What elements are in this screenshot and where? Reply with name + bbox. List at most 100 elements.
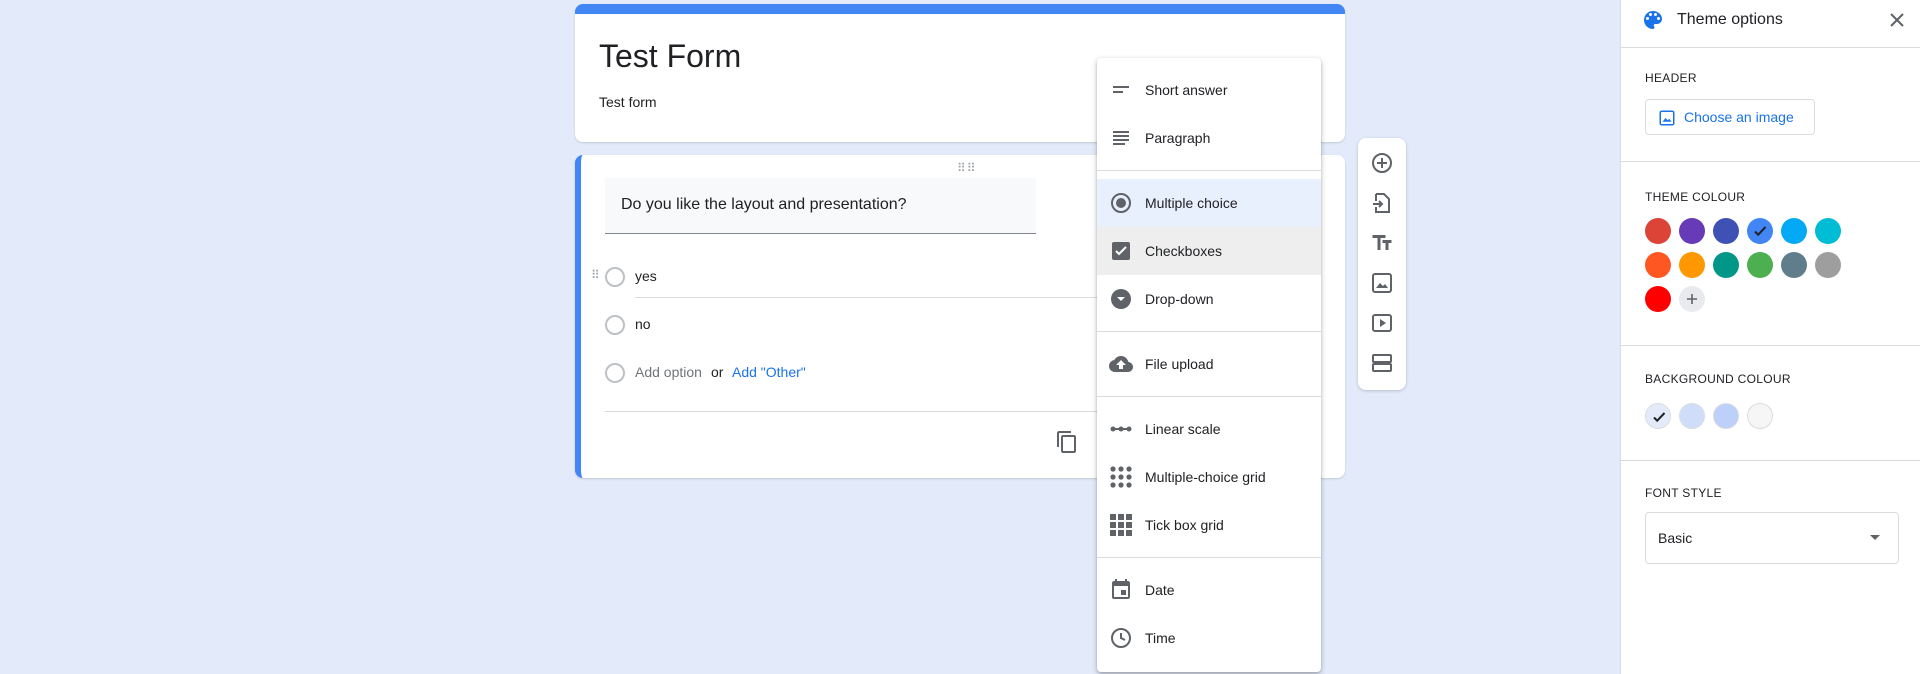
menu-item-checkboxes[interactable]: Checkboxes [1097, 227, 1321, 275]
dropdown-icon [1111, 289, 1131, 309]
add-section-icon[interactable] [1370, 351, 1394, 375]
import-questions-icon[interactable] [1370, 191, 1394, 215]
menu-item-multiple-choice[interactable]: Multiple choice [1097, 179, 1321, 227]
theme-colour-swatch[interactable] [1679, 218, 1705, 244]
font-style-value: Basic [1658, 530, 1693, 546]
panel-title: Theme options [1677, 11, 1783, 28]
theme-colour-swatch[interactable] [1645, 218, 1671, 244]
add-image-icon[interactable] [1370, 271, 1394, 295]
menu-item-label: Tick box grid [1145, 517, 1224, 533]
panel-header: Theme options [1621, 0, 1920, 48]
menu-item-label: File upload [1145, 356, 1214, 372]
theme-colour-swatch[interactable] [1679, 252, 1705, 278]
cloud-upload-icon [1109, 356, 1133, 372]
choose-image-button[interactable]: Choose an image [1645, 99, 1815, 135]
add-option-row: Add option or Add "Other" [605, 353, 1125, 393]
form-description[interactable]: Test form [599, 94, 657, 110]
menu-item-label: Paragraph [1145, 130, 1211, 146]
menu-item-label: Drop-down [1145, 291, 1214, 307]
background-colour-section: BACKGROUND COLOUR [1621, 346, 1920, 461]
chevron-down-icon [1870, 535, 1880, 540]
checkbox-icon [1112, 242, 1130, 260]
linear-scale-icon [1110, 426, 1132, 432]
duplicate-icon[interactable] [1055, 430, 1079, 454]
question-title-input[interactable]: Do you like the layout and presentation? [605, 178, 1036, 234]
theme-colour-swatch[interactable] [1713, 218, 1739, 244]
option-grip-icon[interactable]: ⠿ [591, 268, 600, 282]
font-style-select[interactable]: Basic [1645, 512, 1899, 564]
menu-item-label: Date [1145, 582, 1175, 598]
font-style-label: FONT STYLE [1645, 486, 1722, 500]
radio-circle-icon [605, 363, 625, 383]
drag-handle-icon[interactable]: ⠿⠿ [957, 161, 977, 175]
image-icon [1659, 110, 1675, 126]
theme-colour-swatch[interactable] [1645, 286, 1671, 312]
background-colour-swatch[interactable] [1747, 403, 1773, 429]
menu-divider [1097, 170, 1321, 171]
grid-squares-icon [1110, 514, 1132, 536]
menu-item-label: Time [1145, 630, 1176, 646]
background-colour-swatch[interactable] [1713, 403, 1739, 429]
menu-item-label: Short answer [1145, 82, 1228, 98]
option-label[interactable]: no [635, 316, 651, 332]
option-row[interactable]: no [605, 305, 1125, 345]
theme-colour-swatch[interactable] [1781, 252, 1807, 278]
clock-icon [1111, 628, 1131, 648]
or-text: or [711, 364, 724, 380]
theme-colour-swatch[interactable] [1815, 252, 1841, 278]
background-colour-swatch[interactable] [1679, 403, 1705, 429]
theme-colour-swatch[interactable] [1747, 252, 1773, 278]
theme-colour-label: THEME COLOUR [1645, 190, 1746, 204]
paragraph-icon [1113, 131, 1129, 145]
menu-item-label: Multiple-choice grid [1145, 469, 1266, 485]
menu-item-paragraph[interactable]: Paragraph [1097, 114, 1321, 162]
menu-item-drop-down[interactable]: Drop-down [1097, 275, 1321, 323]
radio-circle-icon [605, 267, 625, 287]
palette-icon [1644, 11, 1662, 29]
add-question-icon[interactable] [1370, 151, 1394, 175]
menu-item-label: Multiple choice [1145, 195, 1238, 211]
add-other-link[interactable]: Add "Other" [732, 364, 806, 380]
theme-colour-swatch[interactable] [1747, 218, 1773, 244]
menu-divider [1097, 557, 1321, 558]
theme-colour-swatch[interactable] [1645, 252, 1671, 278]
header-section: HEADER Choose an image [1621, 48, 1920, 162]
menu-item-linear-scale[interactable]: Linear scale [1097, 405, 1321, 453]
divider [605, 411, 1125, 412]
background-colour-label: BACKGROUND COLOUR [1645, 372, 1791, 386]
theme-options-panel: Theme options HEADER Choose an image THE… [1620, 0, 1920, 674]
menu-divider [1097, 331, 1321, 332]
question-title-text: Do you like the layout and presentation? [621, 196, 907, 213]
add-video-icon[interactable] [1370, 311, 1394, 335]
menu-item-multiple-choice-grid[interactable]: Multiple-choice grid [1097, 453, 1321, 501]
radio-button-icon [1111, 193, 1131, 213]
menu-item-short-answer[interactable]: Short answer [1097, 66, 1321, 114]
menu-divider [1097, 396, 1321, 397]
theme-colour-swatch[interactable] [1713, 252, 1739, 278]
header-section-label: HEADER [1645, 71, 1697, 85]
add-custom-colour-icon[interactable] [1679, 286, 1705, 312]
option-label[interactable]: yes [635, 268, 1115, 298]
menu-item-label: Checkboxes [1145, 243, 1223, 259]
background-colour-swatch[interactable] [1645, 403, 1671, 429]
choose-image-label: Choose an image [1684, 109, 1794, 125]
grid-dots-icon [1110, 466, 1132, 488]
calendar-icon [1112, 579, 1130, 599]
question-type-menu: Short answer Paragraph Multiple choice C… [1097, 58, 1321, 672]
floating-toolbar [1358, 138, 1406, 390]
theme-colour-swatch[interactable] [1815, 218, 1841, 244]
menu-item-file-upload[interactable]: File upload [1097, 340, 1321, 388]
form-title[interactable]: Test Form [599, 38, 741, 75]
menu-item-tick-box-grid[interactable]: Tick box grid [1097, 501, 1321, 549]
add-option-link[interactable]: Add option [635, 364, 702, 380]
add-title-icon[interactable] [1370, 231, 1394, 255]
theme-colour-swatch[interactable] [1781, 218, 1807, 244]
radio-circle-icon [605, 315, 625, 335]
menu-item-time[interactable]: Time [1097, 614, 1321, 662]
option-row[interactable]: ⠿ yes [591, 257, 1125, 298]
close-icon[interactable] [1885, 8, 1909, 32]
short-answer-icon [1113, 86, 1129, 93]
menu-item-label: Linear scale [1145, 421, 1221, 437]
theme-colour-section: THEME COLOUR [1621, 162, 1920, 346]
menu-item-date[interactable]: Date [1097, 566, 1321, 614]
